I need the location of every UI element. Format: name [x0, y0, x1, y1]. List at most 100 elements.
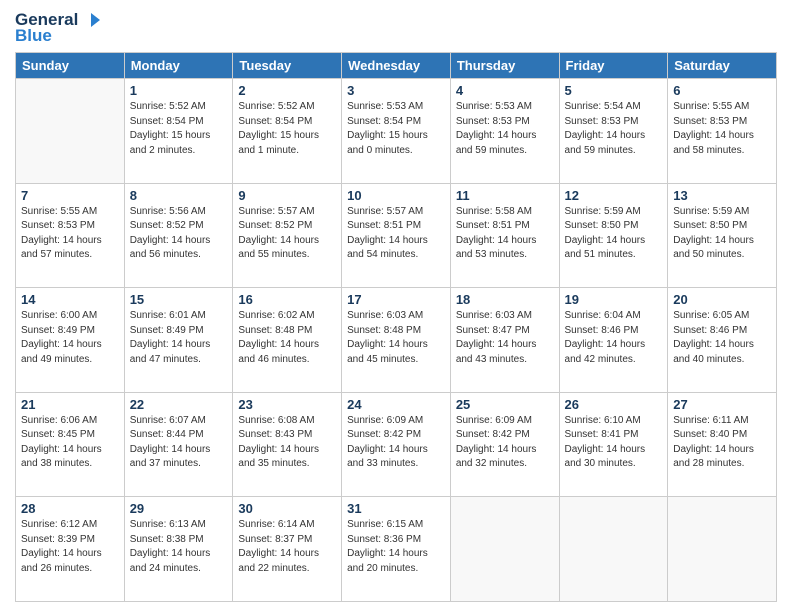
day-number: 22: [130, 397, 228, 412]
logo: General Blue: [15, 10, 100, 46]
day-number: 27: [673, 397, 771, 412]
day-info: Sunrise: 6:00 AMSunset: 8:49 PMDaylight:…: [21, 309, 119, 367]
calendar-day-cell: 7 Sunrise: 5:55 AMSunset: 8:53 PMDaylight…: [16, 183, 125, 288]
day-number: 25: [456, 397, 554, 412]
day-info: Sunrise: 6:01 AMSunset: 8:49 PMDaylight:…: [130, 309, 228, 367]
calendar-day-cell: 13Sunrise: 5:59 AMSunset: 8:50 PMDayligh…: [668, 183, 777, 288]
day-number: 29: [130, 501, 228, 516]
day-number: 14: [21, 292, 119, 307]
day-number: 4: [456, 83, 554, 98]
day-info: Sunrise: 5:54 AMSunset: 8:53 PMDaylight:…: [565, 100, 663, 158]
day-info: Sunrise: 6:04 AMSunset: 8:46 PMDaylight:…: [565, 309, 663, 367]
day-number: 7: [21, 188, 119, 203]
day-number: 28: [21, 501, 119, 516]
day-info: Sunrise: 6:07 AMSunset: 8:44 PMDaylight:…: [130, 414, 228, 472]
calendar-header-cell: Tuesday: [233, 53, 342, 79]
day-number: 20: [673, 292, 771, 307]
day-info: Sunrise: 5:52 AMSunset: 8:54 PMDaylight:…: [238, 100, 336, 158]
calendar-day-cell: 15 Sunrise: 6:01 AMSunset: 8:49 PMDayligh…: [124, 288, 233, 393]
calendar-week-row: 7 Sunrise: 5:55 AMSunset: 8:53 PMDaylight…: [16, 183, 777, 288]
calendar-day-cell: 14 Sunrise: 6:00 AMSunset: 8:49 PMDayligh…: [16, 288, 125, 393]
calendar-day-cell: 2 Sunrise: 5:52 AMSunset: 8:54 PMDaylight…: [233, 79, 342, 184]
day-info: Sunrise: 5:55 AMSunset: 8:53 PMDaylight:…: [673, 100, 771, 158]
day-info: Sunrise: 5:58 AMSunset: 8:51 PMDaylight:…: [456, 205, 554, 263]
day-info: Sunrise: 5:57 AMSunset: 8:51 PMDaylight:…: [347, 205, 445, 263]
day-info: Sunrise: 5:53 AMSunset: 8:53 PMDaylight:…: [456, 100, 554, 158]
day-info: Sunrise: 5:52 AMSunset: 8:54 PMDaylight:…: [130, 100, 228, 158]
day-number: 11: [456, 188, 554, 203]
header: General Blue: [15, 10, 777, 46]
day-info: Sunrise: 5:59 AMSunset: 8:50 PMDaylight:…: [673, 205, 771, 263]
calendar-day-cell: 19 Sunrise: 6:04 AMSunset: 8:46 PMDayligh…: [559, 288, 668, 393]
day-number: 18: [456, 292, 554, 307]
calendar-week-row: 28 Sunrise: 6:12 AMSunset: 8:39 PMDayligh…: [16, 497, 777, 602]
calendar-header-cell: Monday: [124, 53, 233, 79]
calendar-day-cell: 18 Sunrise: 6:03 AMSunset: 8:47 PMDayligh…: [450, 288, 559, 393]
day-number: 30: [238, 501, 336, 516]
calendar-day-cell: 12Sunrise: 5:59 AMSunset: 8:50 PMDayligh…: [559, 183, 668, 288]
calendar-day-cell: 30 Sunrise: 6:14 AMSunset: 8:37 PMDayligh…: [233, 497, 342, 602]
page: General Blue SundayMondayTuesdayWednesda…: [0, 0, 792, 612]
calendar-day-cell: 24 Sunrise: 6:09 AMSunset: 8:42 PMDayligh…: [342, 392, 451, 497]
calendar-header-row: SundayMondayTuesdayWednesdayThursdayFrid…: [16, 53, 777, 79]
calendar-day-cell: 10 Sunrise: 5:57 AMSunset: 8:51 PMDayligh…: [342, 183, 451, 288]
day-info: Sunrise: 5:53 AMSunset: 8:54 PMDaylight:…: [347, 100, 445, 158]
day-number: 6: [673, 83, 771, 98]
calendar-day-cell: 28 Sunrise: 6:12 AMSunset: 8:39 PMDayligh…: [16, 497, 125, 602]
calendar-day-cell: 29Sunrise: 6:13 AMSunset: 8:38 PMDayligh…: [124, 497, 233, 602]
calendar-week-row: 14 Sunrise: 6:00 AMSunset: 8:49 PMDayligh…: [16, 288, 777, 393]
calendar-day-cell: 23Sunrise: 6:08 AMSunset: 8:43 PMDayligh…: [233, 392, 342, 497]
day-number: 3: [347, 83, 445, 98]
calendar-day-cell: [450, 497, 559, 602]
day-number: 1: [130, 83, 228, 98]
day-number: 2: [238, 83, 336, 98]
calendar-week-row: 21 Sunrise: 6:06 AMSunset: 8:45 PMDayligh…: [16, 392, 777, 497]
day-info: Sunrise: 6:05 AMSunset: 8:46 PMDaylight:…: [673, 309, 771, 367]
day-number: 17: [347, 292, 445, 307]
calendar-header-cell: Friday: [559, 53, 668, 79]
day-number: 10: [347, 188, 445, 203]
day-info: Sunrise: 6:10 AMSunset: 8:41 PMDaylight:…: [565, 414, 663, 472]
calendar-day-cell: [16, 79, 125, 184]
logo-flag-icon: [82, 11, 100, 29]
day-number: 23: [238, 397, 336, 412]
calendar-day-cell: [559, 497, 668, 602]
calendar-day-cell: 5 Sunrise: 5:54 AMSunset: 8:53 PMDaylight…: [559, 79, 668, 184]
day-number: 31: [347, 501, 445, 516]
day-number: 9: [238, 188, 336, 203]
calendar-day-cell: [668, 497, 777, 602]
day-number: 16: [238, 292, 336, 307]
calendar-header-cell: Sunday: [16, 53, 125, 79]
day-number: 26: [565, 397, 663, 412]
calendar-header-cell: Wednesday: [342, 53, 451, 79]
day-info: Sunrise: 6:09 AMSunset: 8:42 PMDaylight:…: [347, 414, 445, 472]
calendar-day-cell: 11 Sunrise: 5:58 AMSunset: 8:51 PMDayligh…: [450, 183, 559, 288]
day-number: 12: [565, 188, 663, 203]
calendar-table: SundayMondayTuesdayWednesdayThursdayFrid…: [15, 52, 777, 602]
calendar-day-cell: 25Sunrise: 6:09 AMSunset: 8:42 PMDayligh…: [450, 392, 559, 497]
day-info: Sunrise: 6:14 AMSunset: 8:37 PMDaylight:…: [238, 518, 336, 576]
day-info: Sunrise: 6:15 AMSunset: 8:36 PMDaylight:…: [347, 518, 445, 576]
day-number: 5: [565, 83, 663, 98]
day-number: 19: [565, 292, 663, 307]
day-info: Sunrise: 5:55 AMSunset: 8:53 PMDaylight:…: [21, 205, 119, 263]
day-info: Sunrise: 6:02 AMSunset: 8:48 PMDaylight:…: [238, 309, 336, 367]
calendar-day-cell: 16 Sunrise: 6:02 AMSunset: 8:48 PMDayligh…: [233, 288, 342, 393]
calendar-day-cell: 21 Sunrise: 6:06 AMSunset: 8:45 PMDayligh…: [16, 392, 125, 497]
day-info: Sunrise: 6:12 AMSunset: 8:39 PMDaylight:…: [21, 518, 119, 576]
day-number: 8: [130, 188, 228, 203]
calendar-day-cell: 4 Sunrise: 5:53 AMSunset: 8:53 PMDaylight…: [450, 79, 559, 184]
calendar-header-cell: Thursday: [450, 53, 559, 79]
calendar-day-cell: 1 Sunrise: 5:52 AMSunset: 8:54 PMDaylight…: [124, 79, 233, 184]
day-number: 24: [347, 397, 445, 412]
day-info: Sunrise: 6:03 AMSunset: 8:47 PMDaylight:…: [456, 309, 554, 367]
calendar-day-cell: 20 Sunrise: 6:05 AMSunset: 8:46 PMDayligh…: [668, 288, 777, 393]
calendar-day-cell: 6 Sunrise: 5:55 AMSunset: 8:53 PMDaylight…: [668, 79, 777, 184]
calendar-day-cell: 9Sunrise: 5:57 AMSunset: 8:52 PMDaylight…: [233, 183, 342, 288]
day-number: 21: [21, 397, 119, 412]
calendar-week-row: 1 Sunrise: 5:52 AMSunset: 8:54 PMDaylight…: [16, 79, 777, 184]
day-number: 15: [130, 292, 228, 307]
calendar-header-cell: Saturday: [668, 53, 777, 79]
calendar-day-cell: 22 Sunrise: 6:07 AMSunset: 8:44 PMDayligh…: [124, 392, 233, 497]
day-info: Sunrise: 6:06 AMSunset: 8:45 PMDaylight:…: [21, 414, 119, 472]
